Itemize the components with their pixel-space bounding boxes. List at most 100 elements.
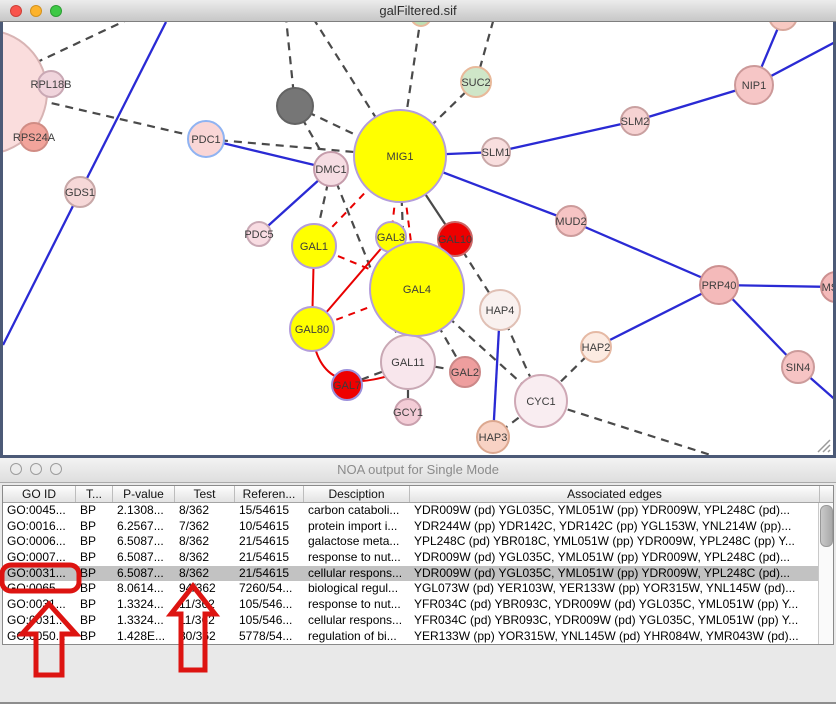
graph-window-title: galFiltered.sif: [0, 3, 836, 18]
table-cell: cellular respons...: [304, 566, 410, 582]
table-row[interactable]: GO:0031...BP6.5087...8/36221/54615cellul…: [3, 566, 833, 582]
network-canvas[interactable]: RPL18BRPS24AGDS1PDC1DMC1SUC2SLM1SLM2NIP1…: [0, 22, 836, 458]
table-cell: biological regul...: [304, 581, 410, 597]
table-cell: 105/546...: [235, 613, 304, 629]
table-cell: GO:0016...: [3, 519, 76, 535]
graph-edge: [38, 100, 206, 139]
graph-node-GDS1[interactable]: GDS1: [65, 177, 95, 207]
graph-node-PRP40[interactable]: PRP40: [700, 266, 738, 304]
table-cell: BP: [76, 519, 113, 535]
noa-window-title: NOA output for Single Mode: [0, 462, 836, 477]
graph-node-MSL1[interactable]: MSL1: [821, 272, 833, 302]
screen: galFiltered.sif RPL18BRPS24AGDS1PDC1DMC1…: [0, 0, 836, 704]
graph-node-SIN4[interactable]: SIN4: [782, 351, 814, 383]
graph-node-label: SLM1: [482, 147, 511, 159]
graph-node-PDC1[interactable]: PDC1: [188, 121, 224, 157]
graph-node-HAP2[interactable]: HAP2: [581, 332, 611, 362]
table-cell: 8/362: [175, 503, 235, 519]
table-cell: 8/362: [175, 550, 235, 566]
graph-node[interactable]: [277, 88, 313, 124]
graph-window-titlebar[interactable]: galFiltered.sif: [0, 0, 836, 22]
graph-node-label: SLM2: [621, 116, 650, 128]
table-cell: YDR009W (pd) YGL035C, YML051W (pp) YDR00…: [410, 566, 820, 582]
table-cell: cellular respons...: [304, 613, 410, 629]
graph-node-label: GAL80: [295, 324, 329, 336]
table-cell: BP: [76, 503, 113, 519]
graph-node-GAL11[interactable]: GAL11: [381, 335, 435, 389]
graph-node-MUD2[interactable]: MUD2: [555, 206, 586, 236]
graph-node-GCY1[interactable]: GCY1: [393, 399, 423, 425]
graph-node-label: DMC1: [315, 164, 346, 176]
graph-node-MIG1[interactable]: MIG1: [354, 110, 446, 202]
graph-node-HAP4[interactable]: HAP4: [480, 290, 520, 330]
graph-window: galFiltered.sif RPL18BRPS24AGDS1PDC1DMC1…: [0, 0, 836, 458]
table-cell: 2.1308...: [113, 503, 175, 519]
graph-node-SLM2[interactable]: SLM2: [621, 107, 650, 135]
graph-node-GAL2[interactable]: GAL2: [450, 357, 480, 387]
graph-node-label: GAL11: [391, 357, 424, 369]
graph-edge: [80, 22, 166, 192]
table-cell: regulation of bi...: [304, 629, 410, 645]
graph-node[interactable]: [411, 22, 431, 26]
table-cell: YDR244W (pp) YDR142C, YDR142C (pp) YGL15…: [410, 519, 820, 535]
graph-edge: [541, 401, 717, 455]
graph-edge: [596, 285, 719, 347]
graph-node-SLM1[interactable]: SLM1: [482, 138, 511, 166]
table-cell: 5778/54...: [235, 629, 304, 645]
graph-node-HAP3[interactable]: HAP3: [477, 421, 509, 453]
graph-node-label: RPL18B: [31, 79, 72, 91]
graph-node-label: GCY1: [393, 407, 423, 419]
table-cell: 1.428E...: [113, 629, 175, 645]
table-row[interactable]: GO:0045...BP2.1308...8/36215/54615carbon…: [3, 503, 833, 519]
resize-grip-icon[interactable]: [817, 439, 831, 453]
results-table: GO IDT...P-valueTestReferen...Desciption…: [2, 485, 834, 645]
noa-window-titlebar[interactable]: NOA output for Single Mode: [0, 458, 836, 483]
graph-node-label: GDS1: [65, 187, 95, 199]
graph-svg: RPL18BRPS24AGDS1PDC1DMC1SUC2SLM1SLM2NIP1…: [3, 22, 833, 455]
table-row[interactable]: GO:0007...BP6.5087...8/36221/54615respon…: [3, 550, 833, 566]
graph-node-label: SIN4: [786, 362, 810, 374]
table-cell: BP: [76, 550, 113, 566]
table-cell: 21/54615: [235, 566, 304, 582]
table-cell: BP: [76, 629, 113, 645]
column-header[interactable]: Desciption: [304, 486, 410, 502]
table-scrollbar[interactable]: [818, 503, 833, 644]
graph-edge: [571, 221, 719, 285]
graph-node-label: SUC2: [461, 77, 490, 89]
graph-node-GAL7[interactable]: GAL7: [332, 370, 362, 400]
table-cell: YFR034C (pd) YBR093C, YDR009W (pd) YGL03…: [410, 597, 820, 613]
table-cell: 1.3324...: [113, 613, 175, 629]
graph-node-GAL4[interactable]: GAL4: [370, 242, 464, 336]
graph-node-label: GAL1: [300, 241, 328, 253]
table-cell: 21/54615: [235, 534, 304, 550]
graph-node-label: PRP40: [702, 280, 737, 292]
table-cell: 10/54615: [235, 519, 304, 535]
table-cell: BP: [76, 534, 113, 550]
column-header[interactable]: GO ID: [3, 486, 76, 502]
graph-node-DMC1[interactable]: DMC1: [314, 152, 348, 186]
graph-node[interactable]: [769, 22, 797, 30]
column-header[interactable]: Test: [175, 486, 235, 502]
table-row[interactable]: GO:0065...BP8.0614...94/3627260/54...bio…: [3, 581, 833, 597]
table-row[interactable]: GO:0031...BP1.3324...11/362105/546...cel…: [3, 613, 833, 629]
table-row[interactable]: GO:0016...BP6.2567...7/36210/54615protei…: [3, 519, 833, 535]
table-cell: 11/362: [175, 613, 235, 629]
column-header[interactable]: T...: [76, 486, 113, 502]
graph-node-label: CYC1: [526, 396, 555, 408]
noa-output-window: NOA output for Single Mode GO IDT...P-va…: [0, 458, 836, 704]
column-header[interactable]: Referen...: [235, 486, 304, 502]
graph-node-CYC1[interactable]: CYC1: [515, 375, 567, 427]
column-header[interactable]: Associated edges: [410, 486, 820, 502]
table-row[interactable]: GO:0050...BP1.428E...80/3625778/54...reg…: [3, 629, 833, 645]
graph-node-NIP1[interactable]: NIP1: [735, 66, 773, 104]
graph-node-GAL80[interactable]: GAL80: [290, 307, 334, 351]
column-header[interactable]: P-value: [113, 486, 175, 502]
table-cell: YGL073W (pd) YER103W, YER133W (pp) YOR31…: [410, 581, 820, 597]
graph-node-SUC2[interactable]: SUC2: [461, 67, 491, 97]
table-cell: 21/54615: [235, 550, 304, 566]
graph-node-GAL1[interactable]: GAL1: [292, 224, 336, 268]
table-cell: 6.2567...: [113, 519, 175, 535]
table-row[interactable]: GO:0006...BP6.5087...8/36221/54615galact…: [3, 534, 833, 550]
table-row[interactable]: GO:0031...BP1.3324...11/362105/546...res…: [3, 597, 833, 613]
scrollbar-thumb[interactable]: [820, 505, 833, 547]
